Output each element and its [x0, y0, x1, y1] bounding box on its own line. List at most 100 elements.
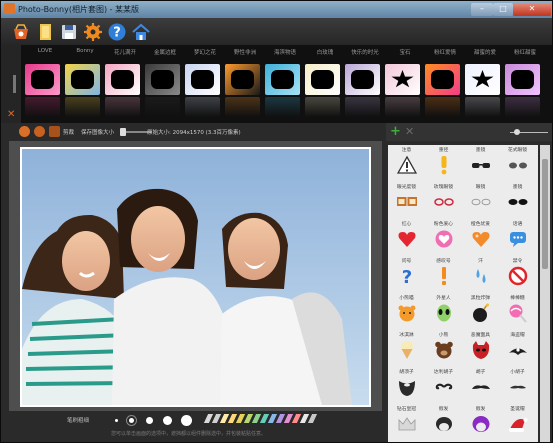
sticker-item[interactable]: 感叹号 [425, 256, 462, 290]
sticker-item[interactable]: 橙色优爱 [462, 219, 499, 253]
frame-category-tab[interactable]: 粉红爱情 [425, 48, 465, 56]
gear-icon[interactable] [82, 21, 104, 42]
open-photo-icon[interactable] [10, 21, 32, 42]
frame-thumbnail-hole [191, 70, 214, 89]
frame-category-tab[interactable]: 快乐的时光 [345, 48, 385, 56]
sticker-item[interactable]: 冰淇淋 [388, 330, 425, 364]
sticker-label: 红心 [401, 222, 412, 227]
sticker-scrollbar[interactable] [540, 145, 550, 442]
home-icon[interactable] [130, 21, 152, 42]
sticker-item[interactable]: 小熊 [425, 330, 462, 364]
crop-label[interactable]: 剪裁 [63, 128, 74, 136]
sticker-item[interactable]: 小胡子 [499, 367, 536, 401]
frame-category-tab[interactable]: 海滨物语 [265, 48, 305, 56]
sticker-item[interactable]: 禁令 [499, 256, 536, 290]
frame-category-tab[interactable]: LOVE [25, 48, 65, 54]
add-sticker-icon[interactable]: + [390, 124, 401, 139]
frame-category-tab[interactable]: 野性非洲 [225, 48, 265, 56]
pink-glasses-icon [434, 192, 454, 212]
frame-thumbnail[interactable] [505, 64, 540, 95]
frame-category-tab[interactable]: 金属边框 [145, 48, 185, 56]
frame-category-tab[interactable]: 梦幻之花 [185, 48, 225, 56]
sticker-item[interactable]: 话语 [499, 219, 536, 253]
sticker-item[interactable]: 小熊喵 [388, 293, 425, 327]
frame-thumbnail[interactable] [425, 64, 460, 95]
brush-size-4[interactable] [163, 416, 172, 425]
sticker-item[interactable]: 海盗帽 [499, 330, 536, 364]
gallery-grip[interactable] [13, 75, 16, 93]
remove-sticker-icon[interactable]: ✕ [405, 125, 414, 138]
sticker-item[interactable]: 花式眼镜 [499, 145, 536, 179]
sticker-item[interactable]: 玫瑰眼镜 [425, 182, 462, 216]
color-palette [203, 414, 318, 423]
frame-category-tab[interactable]: 宝石 [385, 48, 425, 56]
photo-canvas[interactable] [9, 141, 382, 411]
frame-category-tab[interactable]: 白玫瑰 [305, 48, 345, 56]
sticker-item[interactable]: 汗 [462, 256, 499, 290]
sticker-item[interactable]: 恶魔面具 [462, 330, 499, 364]
frame-thumbnail[interactable] [385, 64, 420, 95]
sticker-scroll-thumb[interactable] [542, 159, 548, 269]
sticker-item[interactable]: 钻石皇冠 [388, 404, 425, 438]
sticker-item[interactable]: 墨镜 [462, 145, 499, 179]
sticker-item[interactable]: 问号? [388, 256, 425, 290]
sticker-item[interactable]: 外星人 [425, 293, 462, 327]
frame-thumbnail[interactable] [345, 64, 380, 95]
sticker-item[interactable]: 胡子 [462, 367, 499, 401]
crop-icon[interactable] [49, 126, 60, 137]
frame-category-tab[interactable]: 粉红甜蜜 [505, 48, 545, 56]
frame-thumbnail[interactable] [265, 64, 300, 95]
sticker-item[interactable]: 胡须子 [388, 367, 425, 401]
frame-thumbnail[interactable] [65, 64, 100, 95]
frame-thumbnail[interactable] [105, 64, 140, 95]
sticker-item[interactable]: 达利胡子 [425, 367, 462, 401]
frame-category-tab[interactable]: 甜蜜的爱 [465, 48, 505, 56]
sticker-item[interactable]: 粉色爱心 [425, 219, 462, 253]
brush-size-1[interactable] [115, 419, 118, 422]
svg-text:?: ? [113, 25, 121, 40]
brush-size-5[interactable] [181, 415, 192, 426]
rotate-right-icon[interactable] [34, 126, 45, 137]
frame-thumbnail[interactable] [225, 64, 260, 95]
sticker-size-slider[interactable] [510, 129, 548, 135]
sticker-item[interactable]: 眼镜 [462, 182, 499, 216]
sticker-label: 注意 [401, 148, 412, 153]
frame-thumbnail[interactable] [145, 64, 180, 95]
title-bar[interactable]: Photo-Bonny(相片套图) - 某某版 – □ ✕ [1, 1, 552, 18]
sticker-item[interactable]: 黑粒炸弹 [462, 293, 499, 327]
photo[interactable] [20, 147, 371, 407]
frame-thumbnail[interactable] [185, 64, 220, 95]
sticker-label: 小熊 [438, 333, 449, 338]
maximize-button[interactable]: □ [493, 3, 513, 16]
close-button[interactable]: ✕ [513, 3, 551, 16]
folder-icon[interactable] [35, 21, 57, 42]
sticker-label: 橙色优爱 [470, 222, 491, 227]
close-gallery-icon[interactable]: ✕ [7, 110, 17, 120]
sticker-item[interactable]: 圣诞帽 [499, 404, 536, 438]
sticker-item[interactable]: 注意 [388, 145, 425, 179]
rotate-left-icon[interactable] [19, 126, 30, 137]
sticker-item[interactable]: 假发 [462, 404, 499, 438]
frame-category-tab[interactable]: Bonny [65, 48, 105, 54]
sticker-item[interactable]: 假发 [425, 404, 462, 438]
brush-size-3[interactable] [146, 417, 153, 424]
frame-thumbnail[interactable] [25, 64, 60, 95]
warning-icon [397, 155, 417, 175]
frame-thumbnail[interactable] [465, 64, 500, 95]
frame-thumbnail[interactable] [305, 64, 340, 95]
sticker-item[interactable]: 墨镜 [499, 182, 536, 216]
save-icon[interactable] [58, 21, 80, 42]
sticker-item[interactable]: 重径 [425, 145, 462, 179]
brush-size-2[interactable] [126, 415, 137, 426]
frame-category-tab[interactable]: 花儿满开 [105, 48, 145, 56]
sticker-item[interactable]: 棒棒糖 [499, 293, 536, 327]
sticker-item[interactable]: 红心 [388, 219, 425, 253]
frame-thumbnail-reflection [105, 97, 140, 117]
color-swatch[interactable] [307, 414, 318, 423]
minimize-button[interactable]: – [471, 3, 493, 16]
sticker-item[interactable]: 眼光度镜 [388, 182, 425, 216]
sticker-size-thumb[interactable] [514, 129, 520, 135]
help-icon[interactable]: ? [106, 21, 128, 42]
sticker-label: 重径 [438, 148, 449, 153]
size-slider-thumb[interactable] [120, 128, 126, 136]
